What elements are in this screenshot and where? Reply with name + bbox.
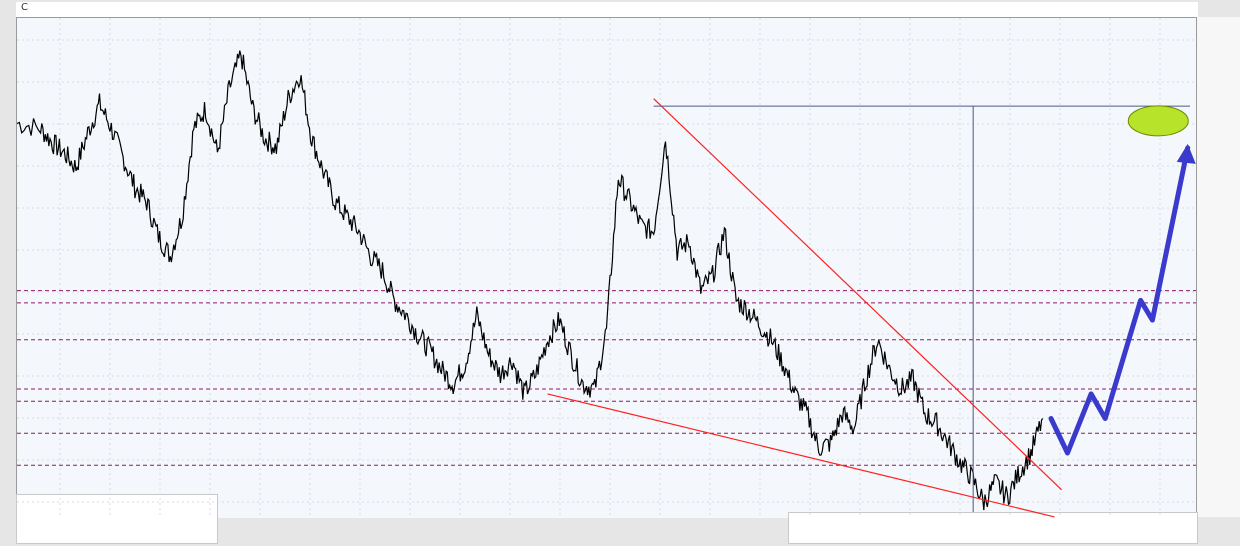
trendline-layer bbox=[547, 98, 1190, 518]
chart-svg[interactable] bbox=[0, 0, 1240, 546]
grid-layer bbox=[17, 18, 1196, 516]
support-trendline bbox=[547, 393, 1055, 518]
target-ellipse bbox=[1127, 105, 1189, 137]
projection-path bbox=[1048, 145, 1191, 456]
price-series-layer bbox=[16, 50, 1044, 511]
horizontal-levels-layer bbox=[17, 290, 1196, 466]
price-series-line bbox=[16, 50, 1044, 511]
chart-window: C bbox=[0, 0, 1240, 546]
projection-arrowhead bbox=[1176, 143, 1196, 164]
resistance-trendline bbox=[653, 98, 1063, 491]
